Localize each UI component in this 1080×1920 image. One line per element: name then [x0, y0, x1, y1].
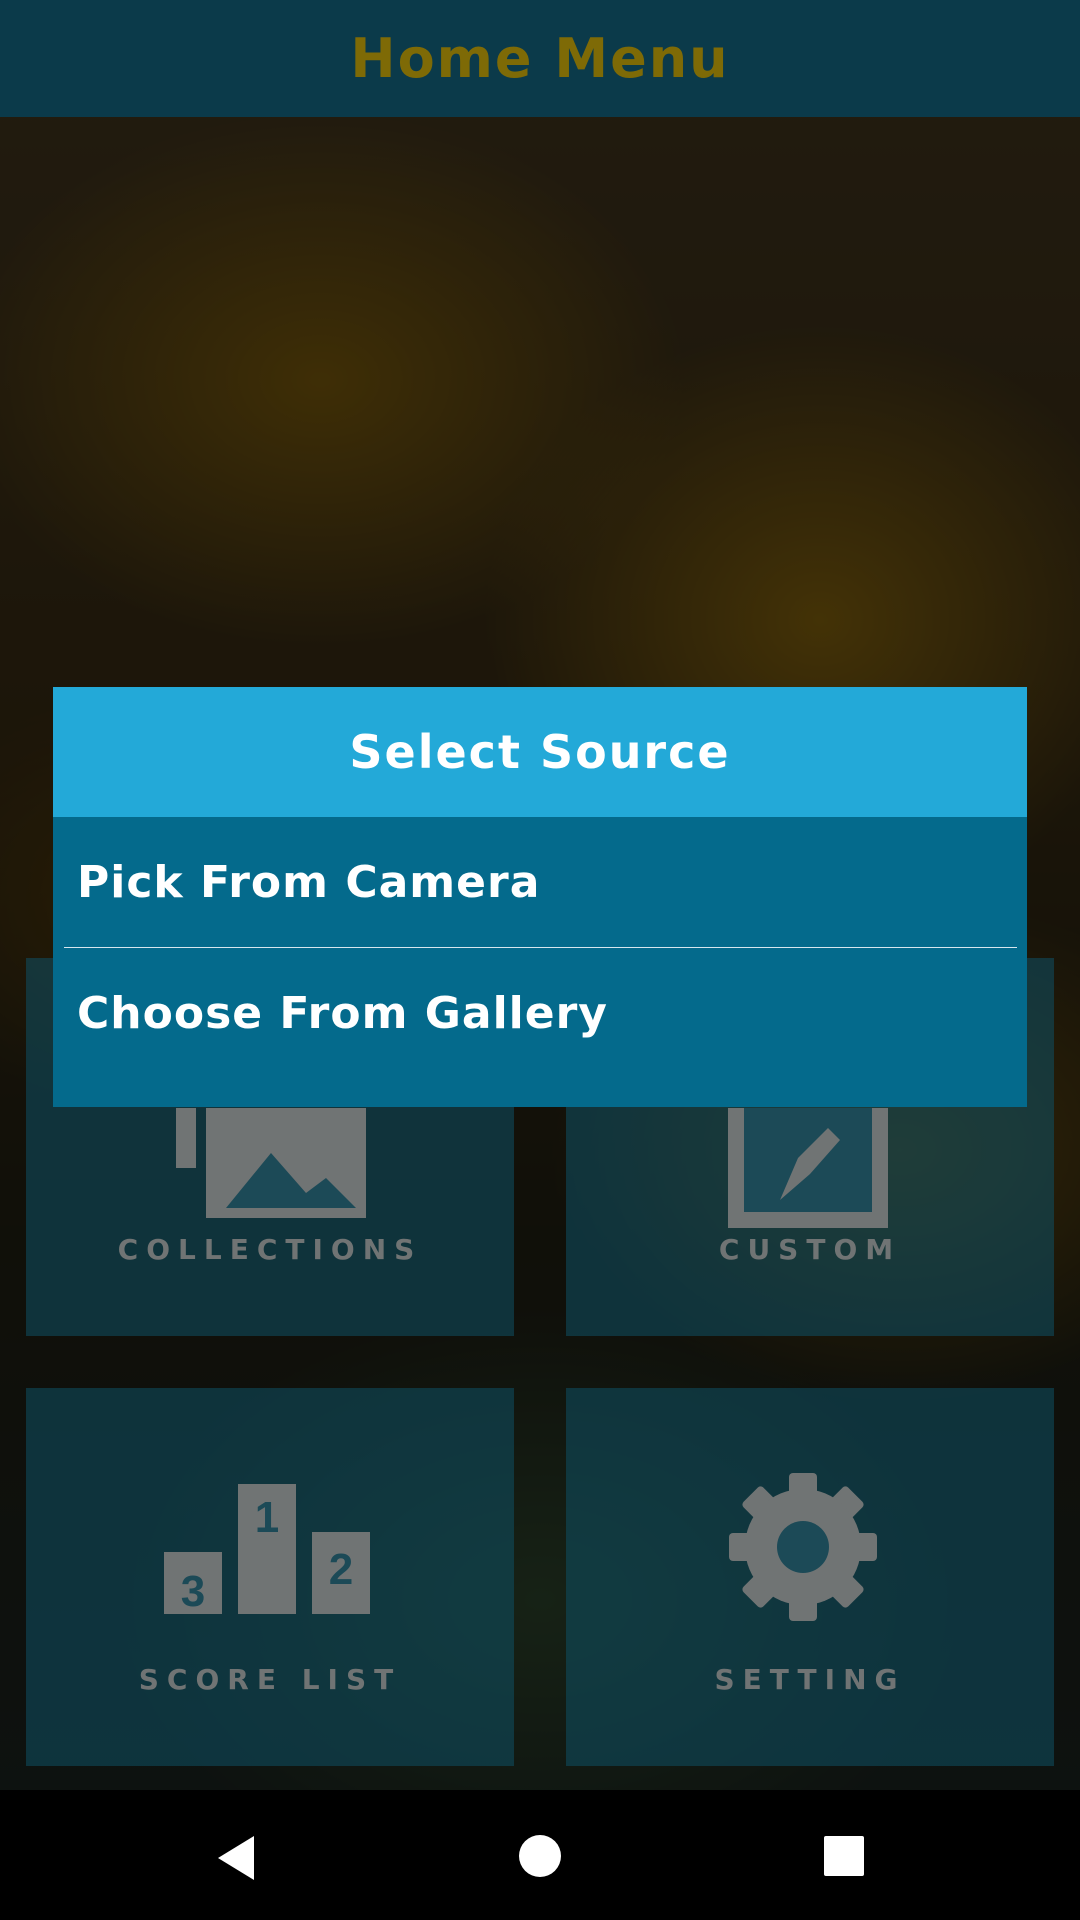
home-icon[interactable]: [518, 1834, 562, 1878]
page-title: Home Menu: [350, 27, 730, 90]
tile-label-custom: CUSTOM: [718, 1233, 902, 1266]
setting-tile[interactable]: SETTING: [566, 1388, 1054, 1766]
system-nav-bar: [0, 1790, 1080, 1920]
pick-from-camera-option[interactable]: Pick From Camera: [53, 817, 1027, 947]
podium-rank-2: 2: [329, 1545, 353, 1594]
tile-label-collections: COLLECTIONS: [117, 1233, 423, 1266]
recents-icon[interactable]: [824, 1836, 864, 1876]
back-icon[interactable]: [214, 1834, 258, 1882]
edit-icon: [728, 1108, 888, 1228]
app-header: Home Menu: [0, 0, 1080, 117]
score-list-tile[interactable]: 3 1 2 SCORE LIST: [26, 1388, 514, 1766]
choose-from-gallery-option[interactable]: Choose From Gallery: [53, 948, 1027, 1078]
image-icon: [176, 1108, 366, 1218]
podium-numbers: 3 1 2: [181, 1493, 353, 1614]
dialog-title: Select Source: [349, 725, 731, 779]
gear-icon: [729, 1473, 877, 1621]
dialog-title-bar: Select Source: [53, 687, 1027, 817]
tile-label-setting: SETTING: [714, 1663, 906, 1696]
podium-rank-3: 3: [181, 1567, 205, 1614]
tile-label-score-list: SCORE LIST: [138, 1663, 402, 1696]
select-source-dialog: Select Source Pick From Camera Choose Fr…: [53, 687, 1027, 1107]
podium-rank-1: 1: [255, 1493, 279, 1542]
